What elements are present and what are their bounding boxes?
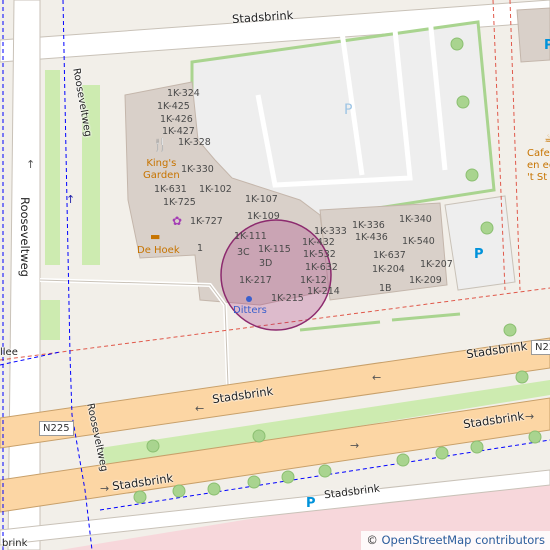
street-label-brink: brink [2,538,28,549]
svg-text:→: → [350,439,359,452]
address-label: 1K-532 [303,249,336,260]
address-label: 1K-107 [245,194,278,205]
svg-text:→: → [100,482,109,495]
address-label: 1K-333 [314,226,347,237]
poi-cafe[interactable]: Cafe en ee 't St [527,148,550,184]
poi-kings-garden[interactable]: King's Garden [143,158,180,182]
route-badge-n22: N22 [531,340,550,355]
address-label: 1K-632 [305,262,338,273]
poi-ditters[interactable]: Ditters [233,305,267,317]
fast-food-icon[interactable]: ▬ [150,231,160,243]
attribution-link[interactable]: OpenStreetMap contributors [381,533,545,547]
svg-text:←: ← [195,402,204,415]
address-label: 1K-324 [167,88,200,99]
address-label: 1K-540 [402,236,435,247]
address-label: 1K-109 [247,211,280,222]
address-label: 1K-637 [373,250,406,261]
building-right-top [516,7,550,63]
address-label: 1K-115 [258,244,291,255]
address-label: 1K-432 [302,237,335,248]
bicycle-parking-icon-bottom[interactable]: P [306,497,316,510]
address-label: 1K-207 [420,259,453,270]
address-label: 1K-340 [399,214,432,225]
parking-icon-right[interactable]: P [544,39,550,52]
copyright-symbol: © [366,533,378,547]
street-label-rooseveltweg: Rooseveltweg [17,197,32,277]
address-label: 1K-217 [239,275,272,286]
address-label: 1 [197,243,204,254]
address-label: 3C [237,247,250,258]
address-label: 1K-204 [372,264,405,275]
address-label: 1K-209 [409,275,442,286]
poi-de-hoek[interactable]: De Hoek [137,245,180,257]
address-label: 1K-330 [181,164,214,175]
address-label: 1K-426 [160,114,193,125]
svg-text:→: → [525,410,534,423]
address-label: 1K-102 [199,184,232,195]
address-label: 1K-328 [178,137,211,148]
svg-text:↑: ↑ [66,193,75,206]
address-label: 1K-215 [271,293,304,304]
cafe-icon[interactable]: ☕ [544,133,550,145]
bicycle-parking-icon[interactable]: P [474,248,484,261]
svg-text:↑: ↑ [26,158,35,171]
flower-shop-icon[interactable]: ✿ [172,215,182,227]
address-label: 1K-725 [163,197,196,208]
grass-strip-left [45,70,60,265]
route-badge-n225: N225 [39,421,74,436]
restaurant-icon[interactable]: 🍴 [152,139,168,152]
address-label: 1B [379,283,392,294]
address-label: 1K-111 [234,231,267,242]
grass-strip-left-3 [40,300,60,340]
address-label: 1K-214 [307,286,340,297]
address-label: 1K-436 [355,232,388,243]
address-label: 1K-631 [154,184,187,195]
street-label-allee: llee [0,347,18,358]
parking-icon[interactable]: P [344,103,352,117]
map-attribution[interactable]: © OpenStreetMap contributors [361,531,550,550]
address-label: 1K-425 [157,101,190,112]
address-label: 1K-336 [352,220,385,231]
svg-text:←: ← [372,371,381,384]
address-label: 3D [259,258,273,269]
address-label: 1K-727 [190,216,223,227]
location-marker-dot [246,296,252,302]
